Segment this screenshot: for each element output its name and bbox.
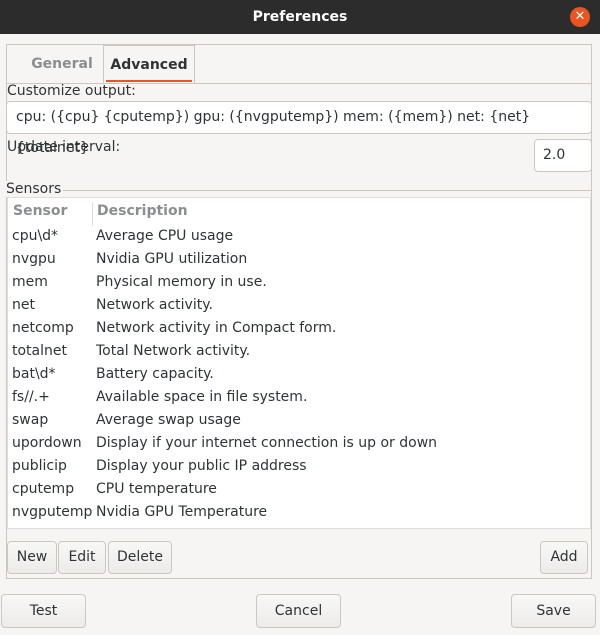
- description-cell: Total Network activity.: [96, 343, 251, 359]
- sensor-cell: nvgpu: [12, 251, 56, 267]
- table-row[interactable]: cputemp CPU temperature: [8, 481, 590, 504]
- edit-sensor-button[interactable]: Edit: [58, 541, 106, 574]
- description-cell: Network activity in Compact form.: [96, 320, 337, 336]
- table-row[interactable]: publicip Display your public IP address: [8, 458, 590, 481]
- description-cell: Average swap usage: [96, 412, 241, 428]
- test-button[interactable]: Test: [1, 594, 86, 628]
- close-icon: ✕: [574, 9, 586, 24]
- active-tab-indicator: [106, 80, 192, 82]
- sensor-cell: mem: [12, 274, 48, 290]
- description-cell: Display your public IP address: [96, 458, 307, 474]
- description-cell: Display if your internet connection is u…: [96, 435, 438, 451]
- sensors-list[interactable]: Sensor Description cpu\d* Average CPU usa…: [7, 197, 591, 529]
- sensor-cell: netcomp: [12, 320, 74, 336]
- description-cell: Physical memory in use.: [96, 274, 267, 290]
- description-cell: Average CPU usage: [96, 228, 234, 244]
- sensor-cell: net: [12, 297, 35, 313]
- sensor-cell: publicip: [12, 458, 67, 474]
- tab-advanced[interactable]: Advanced: [103, 45, 195, 83]
- sensor-cell: cputemp: [12, 481, 75, 497]
- delete-sensor-button[interactable]: Delete: [108, 541, 172, 574]
- update-interval-input[interactable]: 2.0: [534, 139, 592, 172]
- window-title: Preferences: [252, 9, 348, 25]
- tab-bar: General Advanced: [7, 45, 591, 84]
- customize-output-input[interactable]: cpu: ({cpu} {cputemp}) gpu: ({nvgputemp}…: [6, 101, 592, 156]
- close-button[interactable]: ✕: [570, 7, 590, 27]
- sensor-cell: nvgputemp: [12, 504, 93, 520]
- description-cell: Nvidia GPU Temperature: [96, 504, 268, 520]
- description-cell: Network activity.: [96, 297, 213, 313]
- new-sensor-button[interactable]: New: [7, 541, 57, 574]
- column-header-description[interactable]: Description: [97, 203, 188, 219]
- sensor-cell: cpu\d*: [12, 228, 59, 244]
- update-interval-label: Update interval:: [7, 139, 121, 155]
- description-cell: CPU temperature: [96, 481, 217, 497]
- table-row[interactable]: swap Average swap usage: [8, 412, 590, 435]
- sensor-cell: totalnet: [12, 343, 67, 359]
- table-row[interactable]: cpu\d* Average CPU usage: [8, 228, 590, 251]
- table-row[interactable]: fs//.+ Available space in file system.: [8, 389, 590, 412]
- tab-advanced-label: Advanced: [110, 57, 188, 73]
- cancel-button[interactable]: Cancel: [256, 594, 341, 628]
- table-row[interactable]: net Network activity.: [8, 297, 590, 320]
- description-cell: Available space in file system.: [96, 389, 308, 405]
- table-row[interactable]: bat\d* Battery capacity.: [8, 366, 590, 389]
- table-row[interactable]: nvgpu Nvidia GPU utilization: [8, 251, 590, 274]
- table-row[interactable]: upordown Display if your internet connect…: [8, 435, 590, 458]
- table-row[interactable]: netcomp Network activity in Compact form.: [8, 320, 590, 343]
- table-row[interactable]: totalnet Total Network activity.: [8, 343, 590, 366]
- customize-output-label: Customize output:: [7, 83, 136, 99]
- sensor-cell: fs//.+: [12, 389, 50, 405]
- column-divider: [92, 202, 93, 226]
- tab-general[interactable]: General: [17, 45, 107, 83]
- sensor-cell: upordown: [12, 435, 82, 451]
- sensor-cell: bat\d*: [12, 366, 56, 382]
- title-bar: Preferences ✕: [0, 0, 600, 34]
- table-row[interactable]: mem Physical memory in use.: [8, 274, 590, 297]
- add-sensor-button[interactable]: Add: [540, 541, 588, 574]
- description-cell: Nvidia GPU utilization: [96, 251, 248, 267]
- description-cell: Battery capacity.: [96, 366, 214, 382]
- save-button[interactable]: Save: [511, 594, 596, 628]
- table-row[interactable]: nvgputemp Nvidia GPU Temperature: [8, 504, 590, 527]
- sensors-label: Sensors: [6, 181, 64, 197]
- column-header-sensor[interactable]: Sensor: [13, 203, 67, 219]
- sensor-cell: swap: [12, 412, 49, 428]
